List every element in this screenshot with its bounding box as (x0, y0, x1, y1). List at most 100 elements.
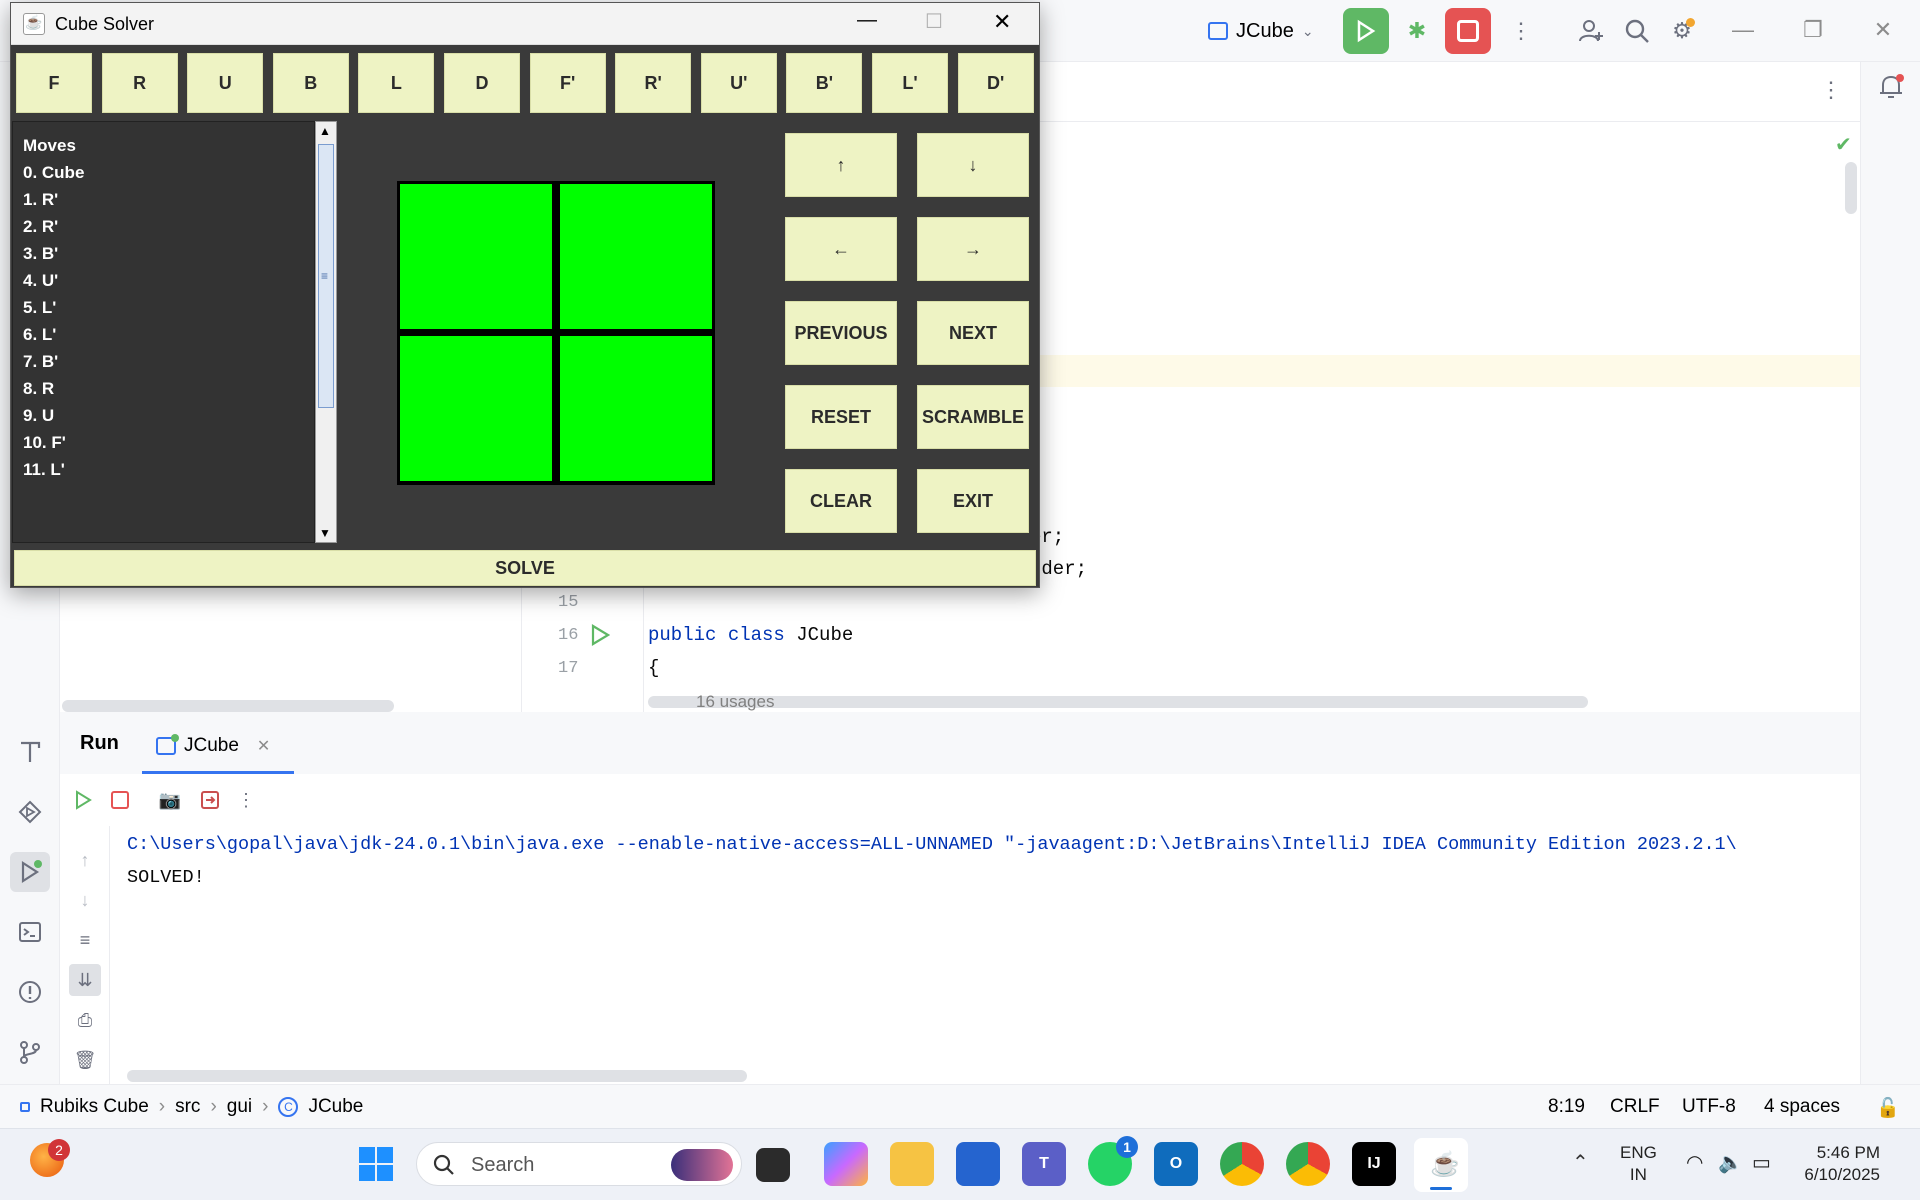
scramble-button[interactable]: SCRAMBLE (917, 385, 1029, 449)
file-encoding[interactable]: UTF-8 (1682, 1096, 1736, 1118)
move-list-item[interactable]: 7. B' (23, 352, 58, 372)
scroll-up-arrow-icon[interactable]: ▲ (319, 124, 331, 138)
language-indicator[interactable]: ENG IN (1620, 1142, 1657, 1186)
scroll-to-end-icon[interactable]: ⇊ (69, 964, 101, 996)
move-button-l-prime[interactable]: L' (872, 53, 948, 113)
problems-icon[interactable] (10, 972, 50, 1012)
move-button-u-prime[interactable]: U' (700, 53, 777, 113)
caret-position[interactable]: 8:19 (1548, 1096, 1585, 1118)
add-user-icon[interactable] (1574, 14, 1608, 48)
breadcrumb-item-class[interactable]: JCube (308, 1096, 363, 1118)
breadcrumb-item-gui[interactable]: gui (227, 1096, 252, 1118)
maximize-icon[interactable]: ☐ (925, 9, 943, 34)
move-button-l[interactable]: L (358, 53, 435, 113)
trash-icon[interactable]: 🗑 (69, 1044, 101, 1076)
intellij-idea-icon[interactable]: IJ (1352, 1142, 1396, 1186)
exit-icon[interactable] (194, 784, 226, 816)
lock-icon[interactable]: 🔓 (1876, 1096, 1900, 1120)
restore-icon[interactable]: ❐ (1783, 10, 1843, 50)
scroll-thumb[interactable]: ≡ (318, 144, 334, 408)
move-list-item[interactable]: 3. B' (23, 244, 58, 264)
run-gutter-icon[interactable] (590, 624, 611, 651)
run-tool-icon[interactable] (10, 852, 50, 892)
editor-horizontal-scrollbar[interactable] (648, 696, 1588, 708)
move-list-item[interactable]: 5. L' (23, 298, 56, 318)
move-list-item[interactable]: 4. U' (23, 271, 58, 291)
usages-hint[interactable]: 16 usages (696, 692, 774, 712)
indent-setting[interactable]: 4 spaces (1764, 1096, 1840, 1118)
breadcrumb-item-src[interactable]: src (175, 1096, 200, 1118)
microsoft-store-icon[interactable] (956, 1142, 1000, 1186)
editor-vertical-scrollbar[interactable] (1845, 162, 1857, 214)
rotate-up-button[interactable]: ↑ (785, 133, 897, 197)
wifi-icon[interactable]: ◠ (1686, 1150, 1703, 1175)
move-list-item[interactable]: 10. F' (23, 433, 66, 453)
move-list-item[interactable]: 9. U (23, 406, 54, 426)
battery-icon[interactable]: ▭ (1752, 1150, 1771, 1175)
tab-jcube[interactable]: JCube ✕ (142, 720, 294, 774)
move-list-item[interactable]: 11. L' (23, 460, 65, 480)
move-button-b-prime[interactable]: B' (786, 53, 863, 113)
exit-button[interactable]: EXIT (917, 469, 1029, 533)
next-button[interactable]: NEXT (917, 301, 1029, 365)
search-icon[interactable] (1620, 14, 1654, 48)
file-explorer-icon[interactable] (890, 1142, 934, 1186)
rotate-down-button[interactable]: ↓ (917, 133, 1029, 197)
start-windows-icon[interactable] (358, 1146, 394, 1187)
build-icon[interactable] (10, 732, 50, 772)
rotate-left-button[interactable]: ← (785, 217, 897, 281)
rerun-icon[interactable] (68, 784, 100, 816)
soft-wrap-icon[interactable]: ≡ (69, 924, 101, 956)
more-options-icon[interactable]: ⋮ (1820, 77, 1842, 103)
console-horizontal-scrollbar[interactable] (127, 1070, 747, 1082)
chrome-icon[interactable] (1220, 1142, 1264, 1186)
previous-button[interactable]: PREVIOUS (785, 301, 897, 365)
move-list-item[interactable]: 0. Cube (23, 163, 84, 183)
print-icon[interactable]: ⎙ (69, 1004, 101, 1036)
close-icon[interactable]: ✕ (993, 9, 1011, 35)
whatsapp-icon[interactable]: 1 (1088, 1136, 1138, 1186)
terminal-icon[interactable] (10, 912, 50, 952)
copilot-icon[interactable] (824, 1142, 868, 1186)
rerun-button[interactable] (1343, 8, 1389, 54)
breadcrumb-item-project[interactable]: Rubiks Cube (40, 1096, 149, 1118)
moves-scrollbar[interactable]: ▲ ≡ ▼ (315, 121, 337, 543)
line-separator[interactable]: CRLF (1610, 1096, 1660, 1118)
reset-button[interactable]: RESET (785, 385, 897, 449)
stop-icon[interactable] (104, 784, 136, 816)
debug-icon[interactable]: ✱ (1400, 14, 1434, 48)
move-list-item[interactable]: 8. R (23, 379, 54, 399)
move-button-d-prime[interactable]: D' (957, 53, 1034, 113)
services-icon[interactable] (10, 792, 50, 832)
horizontal-scrollbar[interactable] (62, 700, 394, 712)
scroll-down-arrow-icon[interactable]: ▼ (319, 526, 331, 540)
teams-icon[interactable]: T (1022, 1142, 1066, 1186)
more-icon[interactable]: ⋮ (230, 784, 262, 816)
moves-list[interactable]: Moves 0. Cube 1. R' 2. R' 3. B' 4. U' 5. L' 6.… (12, 121, 315, 543)
task-view-icon[interactable] (756, 1148, 790, 1182)
taskbar-search-box[interactable]: Search (416, 1142, 742, 1186)
screenshot-camera-icon[interactable]: 📷 (154, 784, 186, 816)
outlook-icon[interactable]: O (1154, 1142, 1198, 1186)
widgets-icon[interactable]: 2 (30, 1139, 70, 1177)
more-icon[interactable]: ⋮ (1504, 14, 1538, 48)
stop-button[interactable] (1445, 8, 1491, 54)
java-app-taskbar-item[interactable]: ☕ (1414, 1138, 1468, 1192)
clear-button[interactable]: CLEAR (785, 469, 897, 533)
move-button-d[interactable]: D (444, 53, 520, 113)
solve-button[interactable]: SOLVE (14, 550, 1036, 586)
move-list-item[interactable]: 1. R' (23, 190, 58, 210)
move-button-r-prime[interactable]: R' (615, 53, 692, 113)
run-configuration-selector[interactable]: JCube ⌄ (1208, 14, 1314, 48)
move-button-u[interactable]: U (187, 53, 264, 113)
close-tab-icon[interactable]: ✕ (257, 736, 270, 756)
move-button-r[interactable]: R (101, 53, 178, 113)
minimize-icon[interactable]: — (857, 9, 877, 32)
minimize-icon[interactable]: — (1713, 10, 1773, 50)
move-list-item[interactable]: 6. L' (23, 325, 56, 345)
settings-gear-icon[interactable]: ⚙ (1665, 14, 1699, 48)
move-button-f-prime[interactable]: F' (529, 53, 606, 113)
arrow-down-icon[interactable]: ↓ (69, 884, 101, 916)
close-icon[interactable]: ✕ (1853, 10, 1913, 50)
clock[interactable]: 5:46 PM 6/10/2025 (1800, 1142, 1880, 1186)
